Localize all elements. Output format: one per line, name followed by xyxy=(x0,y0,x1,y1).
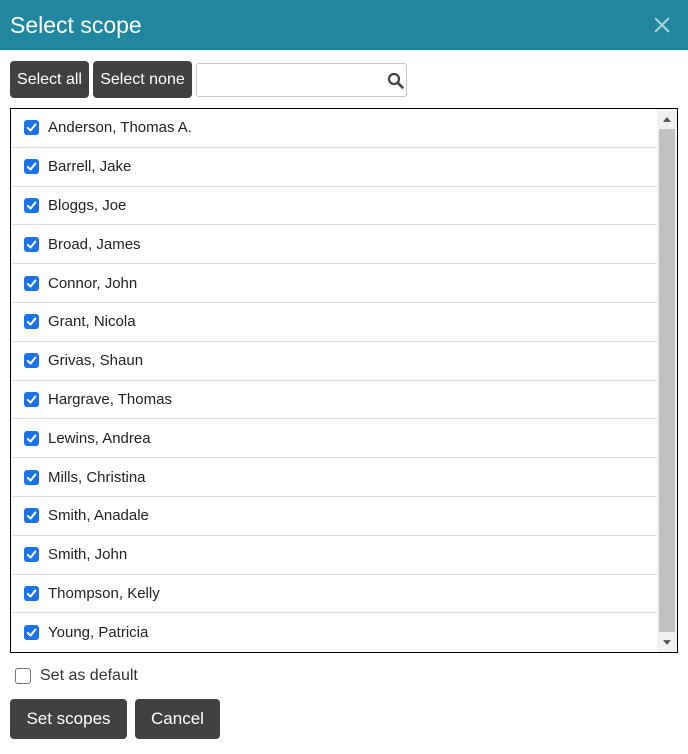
scrollbar[interactable] xyxy=(657,109,677,652)
item-checkbox[interactable] xyxy=(24,353,39,369)
item-label: Bloggs, Joe xyxy=(48,196,127,214)
item-checkbox[interactable] xyxy=(24,508,39,524)
select-none-button[interactable]: Select none xyxy=(93,61,192,98)
item-label: Grant, Nicola xyxy=(48,313,136,331)
list-item[interactable]: Smith, Anadale xyxy=(11,497,657,536)
list-item[interactable]: Barrell, Jake xyxy=(11,148,657,187)
item-label: Grivas, Shaun xyxy=(48,352,144,370)
item-checkbox[interactable] xyxy=(24,197,39,213)
select-all-button[interactable]: Select all xyxy=(10,61,89,98)
scrollbar-thumb[interactable] xyxy=(659,129,675,632)
set-as-default-label: Set as default xyxy=(40,667,138,684)
search-icon[interactable] xyxy=(387,72,405,90)
item-label: Smith, Anadale xyxy=(48,507,149,525)
cancel-button[interactable]: Cancel xyxy=(135,699,220,739)
scroll-up-arrow-icon[interactable] xyxy=(657,111,677,127)
item-checkbox[interactable] xyxy=(24,469,39,485)
list-item[interactable]: Grant, Nicola xyxy=(11,303,657,342)
item-label: Connor, John xyxy=(48,274,138,292)
set-scopes-button[interactable]: Set scopes xyxy=(10,699,127,739)
list-item[interactable]: Hargrave, Thomas xyxy=(11,381,657,420)
item-checkbox[interactable] xyxy=(24,585,39,601)
scroll-down-arrow-icon[interactable] xyxy=(657,634,677,650)
item-checkbox[interactable] xyxy=(24,625,39,641)
close-icon[interactable] xyxy=(650,13,674,37)
item-checkbox[interactable] xyxy=(24,236,39,252)
list-item[interactable]: Thompson, Kelly xyxy=(11,575,657,614)
item-checkbox[interactable] xyxy=(24,159,39,175)
item-label: Young, Patricia xyxy=(48,624,149,642)
item-checkbox[interactable] xyxy=(24,120,39,136)
scope-list[interactable]: Anderson, Thomas A. Barrell, Jake Bloggs, … xyxy=(10,108,678,653)
item-checkbox[interactable] xyxy=(24,314,39,330)
item-checkbox[interactable] xyxy=(24,391,39,407)
item-label: Anderson, Thomas A. xyxy=(48,119,192,137)
dialog-title: Select scope xyxy=(10,12,142,38)
item-checkbox[interactable] xyxy=(24,547,39,563)
item-label: Broad, James xyxy=(48,235,141,253)
search-box xyxy=(196,63,407,97)
scope-list-items: Anderson, Thomas A. Barrell, Jake Bloggs, … xyxy=(11,109,657,652)
item-checkbox[interactable] xyxy=(24,430,39,446)
set-as-default-checkbox[interactable] xyxy=(15,668,31,684)
search-input[interactable] xyxy=(201,68,377,92)
dialog-title-bar: Select scope xyxy=(0,0,688,50)
item-label: Smith, John xyxy=(48,546,128,564)
list-item[interactable]: Broad, James xyxy=(11,225,657,265)
list-item[interactable]: Bloggs, Joe xyxy=(11,187,657,226)
list-item[interactable]: Smith, John xyxy=(11,536,657,575)
item-label: Lewins, Andrea xyxy=(48,429,151,447)
set-as-default-option[interactable]: Set as default xyxy=(15,666,138,686)
list-item[interactable]: Lewins, Andrea xyxy=(11,419,657,459)
list-item[interactable]: Mills, Christina xyxy=(11,458,657,497)
list-item[interactable]: Connor, John xyxy=(11,264,657,303)
item-label: Hargrave, Thomas xyxy=(48,390,172,408)
item-label: Barrell, Jake xyxy=(48,158,132,176)
item-label: Thompson, Kelly xyxy=(48,584,160,602)
list-item[interactable]: Young, Patricia xyxy=(11,613,657,652)
list-item[interactable]: Grivas, Shaun xyxy=(11,342,657,381)
item-label: Mills, Christina xyxy=(48,468,146,486)
item-checkbox[interactable] xyxy=(24,275,39,291)
list-item[interactable]: Anderson, Thomas A. xyxy=(11,109,657,148)
